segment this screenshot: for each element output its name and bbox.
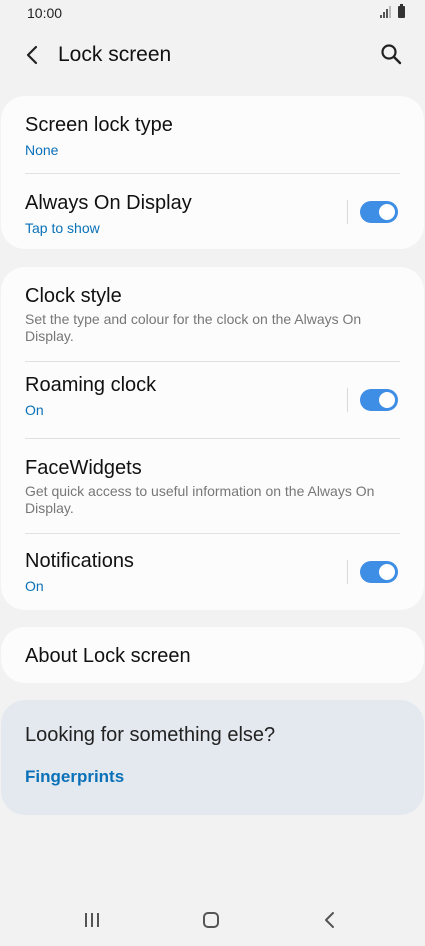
- toggle-container: [347, 388, 398, 412]
- search-icon[interactable]: [379, 42, 403, 66]
- setting-title: Notifications: [25, 550, 134, 572]
- roaming-clock-toggle[interactable]: [360, 389, 398, 411]
- page-title: Lock screen: [58, 43, 172, 66]
- setting-description: Set the type and colour for the clock on…: [25, 311, 362, 344]
- toggle-knob: [377, 201, 397, 222]
- setting-title: FaceWidgets: [25, 457, 142, 479]
- setting-clock-style[interactable]: Clock style Set the type and colour for …: [1, 267, 424, 361]
- vertical-divider: [347, 560, 348, 584]
- setting-title: Always On Display: [25, 192, 192, 214]
- setting-subtitle: Tap to show: [25, 220, 100, 236]
- back-icon[interactable]: [315, 908, 345, 932]
- status-time: 10:00: [27, 5, 63, 21]
- home-icon[interactable]: [196, 908, 226, 932]
- setting-screen-lock-type[interactable]: Screen lock type None: [1, 96, 424, 173]
- setting-subtitle: None: [25, 142, 59, 158]
- card-display-settings: Clock style Set the type and colour for …: [1, 267, 424, 610]
- vertical-divider: [347, 199, 348, 224]
- status-icons: [380, 4, 405, 18]
- battery-icon: [398, 4, 405, 18]
- setting-title: About Lock screen: [25, 645, 191, 667]
- signal-icon: [380, 6, 391, 18]
- notifications-toggle[interactable]: [360, 561, 398, 583]
- app-bar: Lock screen: [0, 28, 425, 84]
- status-bar: 10:00: [0, 0, 425, 28]
- card-about: About Lock screen: [1, 627, 424, 683]
- setting-notifications[interactable]: Notifications On: [1, 534, 424, 610]
- setting-roaming-clock[interactable]: Roaming clock On: [1, 362, 424, 438]
- setting-title: Roaming clock: [25, 374, 157, 396]
- card-lock-settings: Screen lock type None Always On Display …: [1, 96, 424, 249]
- setting-title: Screen lock type: [25, 114, 173, 136]
- setting-subtitle: On: [25, 402, 44, 418]
- setting-description: Get quick access to useful information o…: [25, 483, 375, 516]
- fingerprints-link[interactable]: Fingerprints: [25, 767, 124, 787]
- back-arrow-icon[interactable]: [20, 42, 46, 68]
- setting-always-on-display[interactable]: Always On Display Tap to show: [1, 174, 424, 249]
- setting-about-lock-screen[interactable]: About Lock screen: [1, 627, 424, 683]
- vertical-divider: [347, 388, 348, 412]
- setting-subtitle: On: [25, 578, 44, 594]
- always-on-display-toggle[interactable]: [360, 200, 398, 223]
- suggestions-question: Looking for something else?: [25, 724, 276, 746]
- toggle-container: [347, 199, 398, 224]
- toggle-container: [347, 560, 398, 584]
- suggestions-card: Looking for something else? Fingerprints: [1, 700, 424, 815]
- recent-apps-icon[interactable]: [77, 908, 107, 932]
- toggle-knob: [377, 562, 397, 582]
- setting-title: Clock style: [25, 285, 122, 307]
- setting-facewidgets[interactable]: FaceWidgets Get quick access to useful i…: [1, 439, 424, 533]
- toggle-knob: [377, 390, 397, 410]
- navigation-bar: [0, 896, 425, 946]
